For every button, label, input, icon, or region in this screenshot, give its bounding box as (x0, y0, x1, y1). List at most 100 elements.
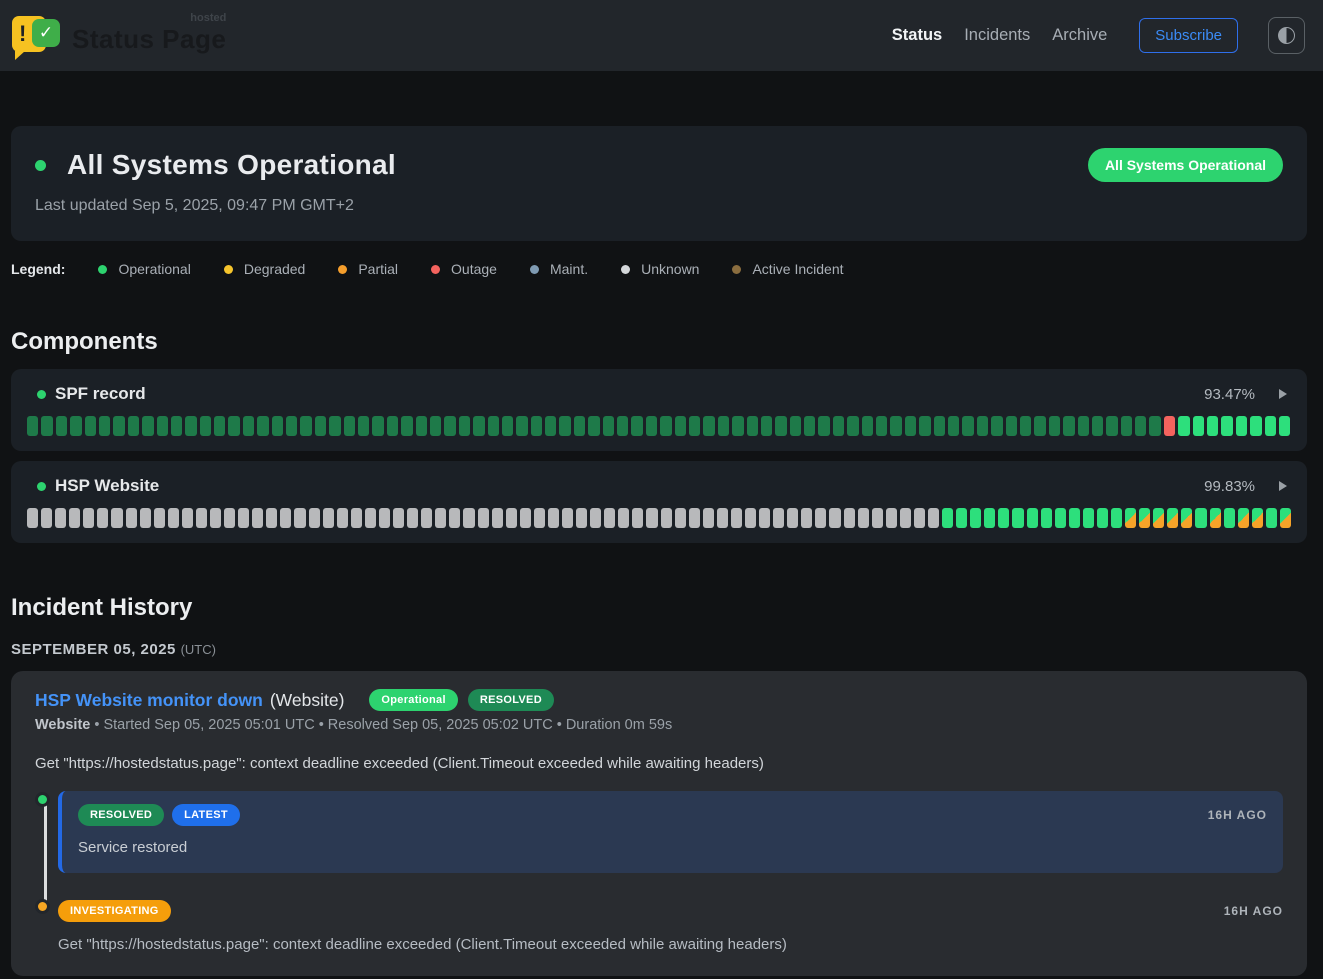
subscribe-button[interactable]: Subscribe (1139, 18, 1238, 53)
uptime-bar (1153, 508, 1164, 528)
uptime-bar (703, 508, 714, 528)
status-banner: All Systems Operational All Systems Oper… (11, 126, 1307, 241)
incident-meta: Website • Started Sep 05, 2025 05:01 UTC… (35, 717, 1283, 733)
uptime-bar (858, 508, 869, 528)
components-list: SPF record93.47%HSP Website99.83% (11, 369, 1307, 543)
uptime-bar (449, 508, 460, 528)
uptime-bar (401, 416, 412, 436)
legend-dot-icon (530, 265, 539, 274)
uptime-bar (1097, 508, 1108, 528)
uptime-bar (1280, 508, 1291, 528)
uptime-bar (661, 508, 672, 528)
nav-link-incidents[interactable]: Incidents (964, 26, 1030, 45)
update-body: INVESTIGATING16H AGOGet "https://hosteds… (58, 898, 1283, 953)
incident-update: RESOLVEDLATEST16H AGOService restored (35, 791, 1283, 873)
uptime-bar (732, 416, 743, 436)
brand-logo[interactable]: ! ✓ Status Page hosted (12, 14, 226, 58)
component-card: SPF record93.47% (11, 369, 1307, 451)
uptime-bar (1049, 416, 1060, 436)
uptime-bar (574, 416, 585, 436)
legend-item-partial: Partial (338, 261, 398, 277)
uptime-bar (329, 416, 340, 436)
uptime-bar (196, 508, 207, 528)
uptime-bar (171, 416, 182, 436)
uptime-bar (773, 508, 784, 528)
uptime-bar (444, 416, 455, 436)
uptime-bar (323, 508, 334, 528)
uptime-bar (280, 508, 291, 528)
uptime-bar (1063, 416, 1074, 436)
update-body: RESOLVEDLATEST16H AGOService restored (58, 791, 1283, 873)
uptime-bar (1149, 416, 1160, 436)
expand-arrow-icon[interactable] (1279, 481, 1287, 491)
uptime-bar (747, 416, 758, 436)
uptime-bar (70, 416, 81, 436)
statuspage-logo-icon: ! ✓ (12, 14, 62, 58)
uptime-bar (97, 508, 108, 528)
uptime-bar (27, 508, 38, 528)
legend-item-label: Operational (118, 261, 190, 277)
incident-date-heading: SEPTEMBER 05, 2025 (UTC) (11, 641, 1307, 658)
incident-description: Get "https://hostedstatus.page": context… (35, 755, 1283, 772)
uptime-bar (632, 508, 643, 528)
legend-item-label: Outage (451, 261, 497, 277)
expand-arrow-icon[interactable] (1279, 389, 1287, 399)
uptime-bar (365, 508, 376, 528)
status-dot (35, 160, 46, 171)
uptime-bar (731, 508, 742, 528)
uptime-bar (1027, 508, 1038, 528)
uptime-bar (998, 508, 1009, 528)
uptime-bar (1252, 508, 1263, 528)
uptime-bar (862, 416, 873, 436)
uptime-bar (430, 416, 441, 436)
uptime-bar (56, 416, 67, 436)
update-badges: RESOLVEDLATEST16H AGO (78, 804, 1267, 826)
nav-link-archive[interactable]: Archive (1052, 26, 1107, 45)
update-badge-latest: LATEST (172, 804, 240, 826)
uptime-bar (548, 508, 559, 528)
uptime-bar (463, 508, 474, 528)
uptime-bar (1265, 416, 1276, 436)
incident-title-link[interactable]: HSP Website monitor down (35, 690, 263, 711)
legend-item-label: Active Incident (752, 261, 843, 277)
uptime-bar (689, 416, 700, 436)
uptime-bar (344, 416, 355, 436)
update-timestamp: 16H AGO (1224, 904, 1283, 918)
uptime-bar (83, 508, 94, 528)
uptime-bar (243, 416, 254, 436)
uptime-bar (1193, 416, 1204, 436)
uptime-bar (1106, 416, 1117, 436)
incident-meta-details: • Started Sep 05, 2025 05:01 UTC • Resol… (90, 717, 672, 733)
uptime-bar (787, 508, 798, 528)
half-moon-icon (1278, 27, 1295, 44)
uptime-bar (506, 508, 517, 528)
incident-update: INVESTIGATING16H AGOGet "https://hosteds… (35, 898, 1283, 953)
uptime-bar (387, 416, 398, 436)
update-text: Get "https://hostedstatus.page": context… (58, 936, 1283, 953)
uptime-bar (1034, 416, 1045, 436)
uptime-bar (309, 508, 320, 528)
uptime-bar (801, 508, 812, 528)
uptime-bar (977, 416, 988, 436)
uptime-bar (876, 416, 887, 436)
legend-item-label: Degraded (244, 261, 306, 277)
header: ! ✓ Status Page hosted Status Incidents Ar… (0, 0, 1323, 71)
uptime-bar (315, 416, 326, 436)
component-status-dot (37, 482, 46, 491)
uptime-bar (1092, 416, 1103, 436)
uptime-bar (214, 416, 225, 436)
nav-link-status[interactable]: Status (892, 26, 942, 45)
uptime-bar (1006, 416, 1017, 436)
uptime-bar (272, 416, 283, 436)
theme-toggle-button[interactable] (1268, 17, 1305, 54)
status-badge: All Systems Operational (1088, 148, 1283, 182)
uptime-bar (157, 416, 168, 436)
uptime-bar (421, 508, 432, 528)
brand-name: Status Page (72, 24, 226, 54)
uptime-bar (185, 416, 196, 436)
uptime-bar (142, 416, 153, 436)
incident-date: SEPTEMBER 05, 2025 (11, 641, 176, 658)
uptime-bar (228, 416, 239, 436)
uptime-bar (545, 416, 556, 436)
uptime-bar (991, 416, 1002, 436)
